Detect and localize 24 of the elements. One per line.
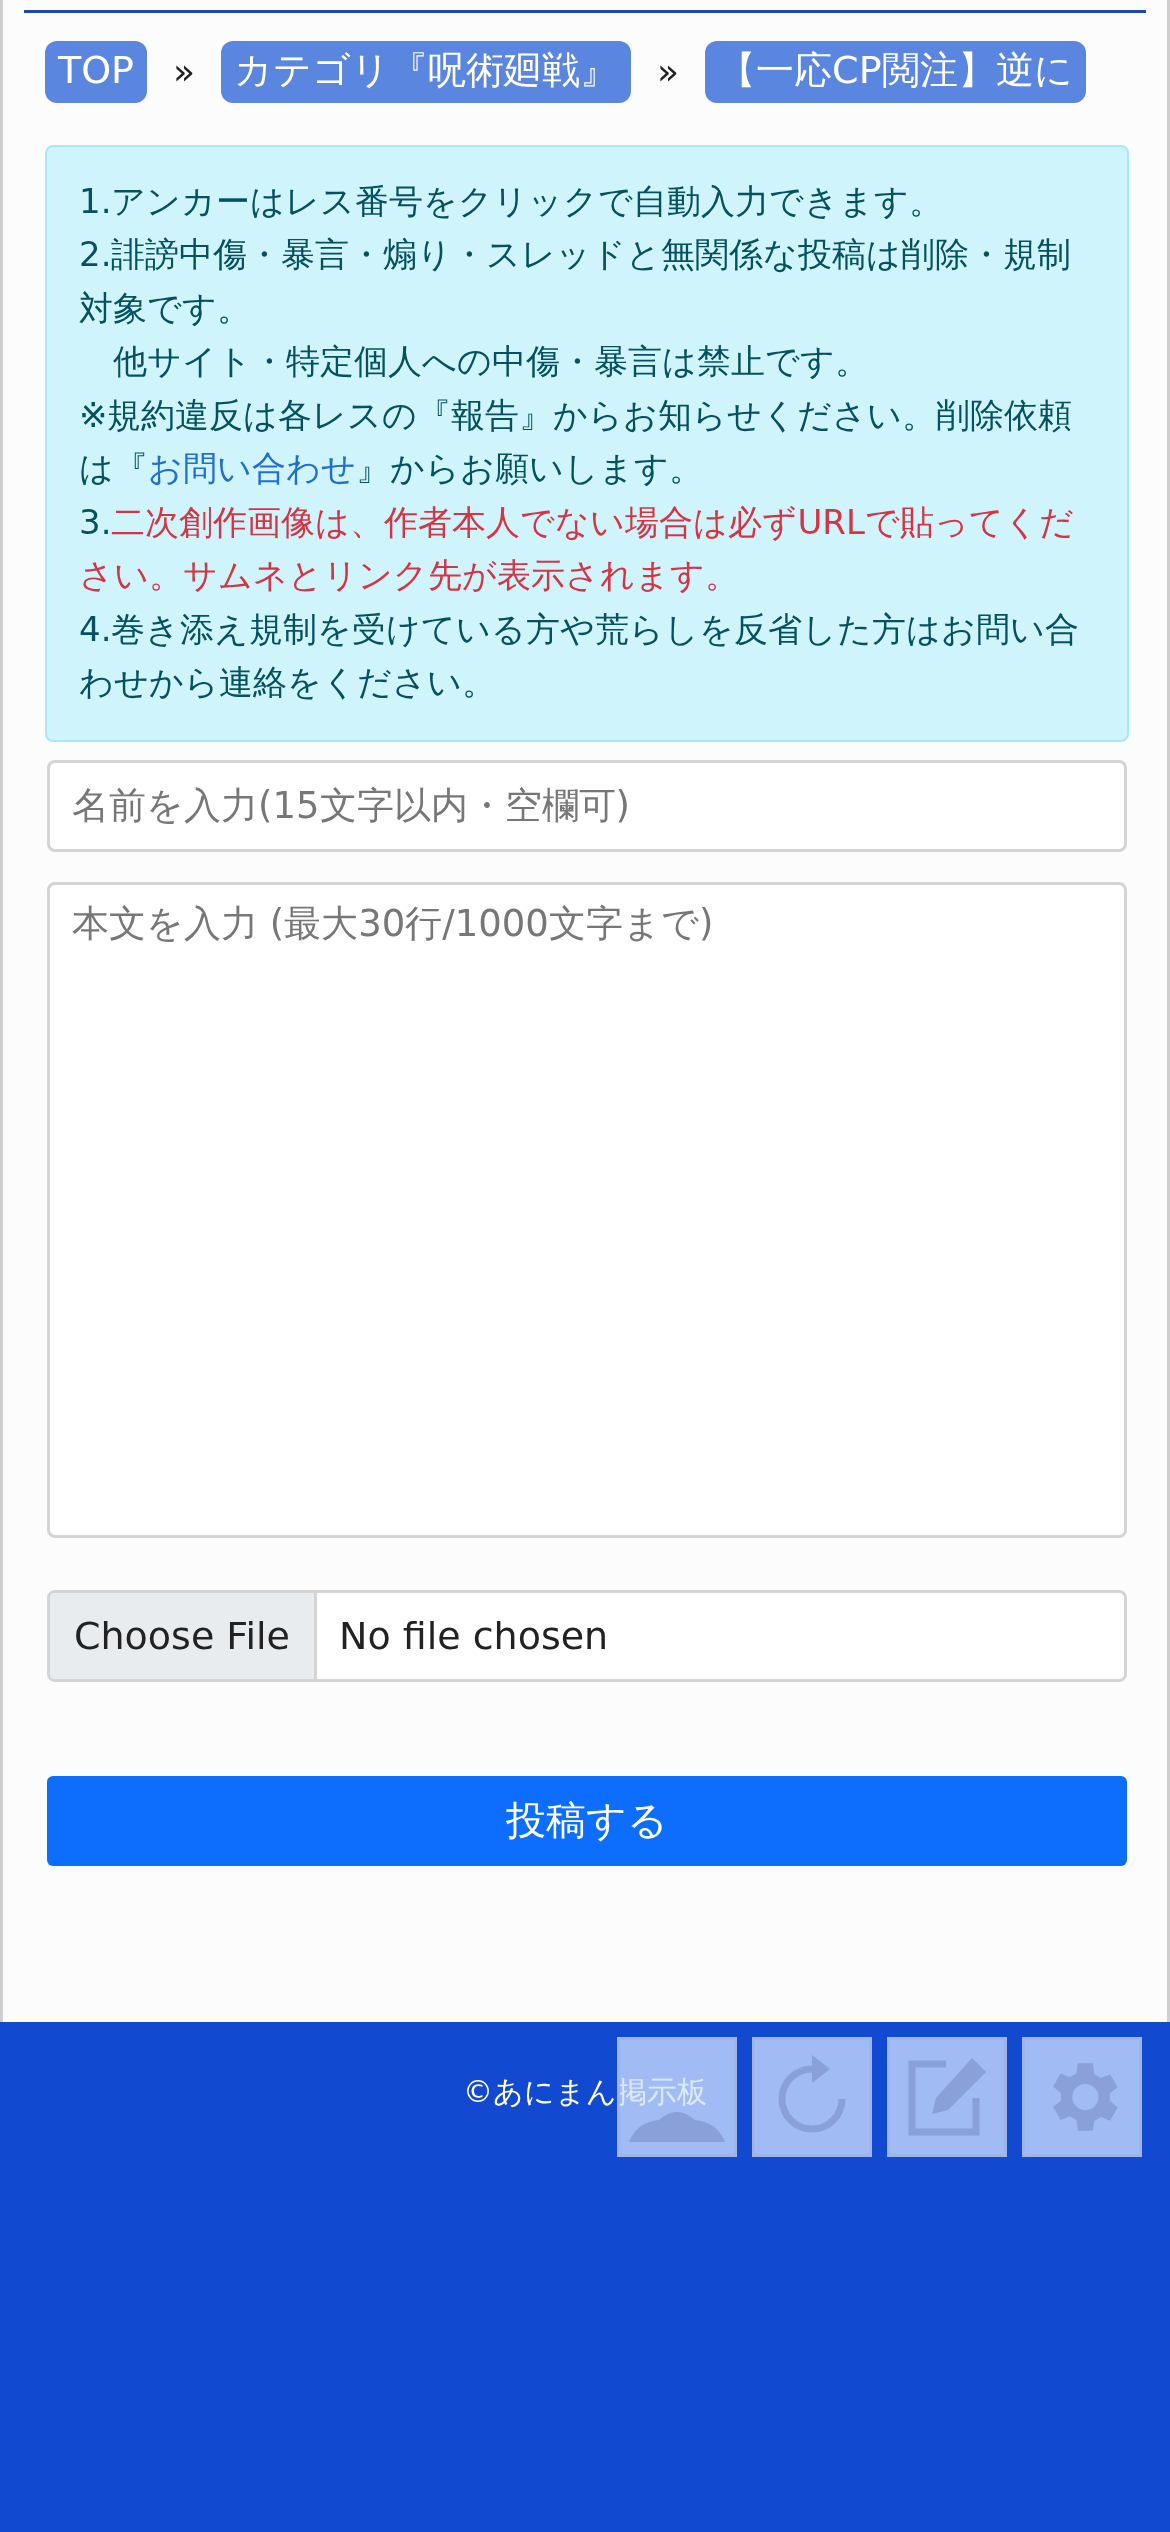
breadcrumb-separator: »	[173, 51, 196, 93]
edit-button[interactable]	[887, 2037, 1007, 2157]
settings-button[interactable]	[1022, 2037, 1142, 2157]
submit-button[interactable]: 投稿する	[47, 1775, 1127, 1866]
name-field[interactable]: 名前を入力(15文字以内・空欄可)	[47, 759, 1127, 852]
notice-text: 他サイト・特定個人への中傷・暴言は禁止です。	[112, 340, 870, 383]
edit-icon	[906, 2056, 988, 2138]
file-status: No file chosen	[337, 1613, 609, 1658]
reload-button[interactable]	[752, 2037, 872, 2157]
choose-file-button[interactable]: Choose File	[50, 1592, 317, 1679]
copyright-text: ©あにまん掲示板	[462, 2073, 708, 2111]
notice-text: 2.誹謗中傷・暴言・煽り・スレッドと無関係な投稿は削除・規制対象です。	[79, 233, 1073, 330]
breadcrumb-link[interactable]: 【一応CP閲注】逆に	[705, 41, 1086, 103]
breadcrumb-separator: »	[657, 51, 680, 93]
scroll-button[interactable]	[617, 2037, 737, 2157]
breadcrumb-link[interactable]: カテゴリ『呪術廻戦』	[221, 41, 632, 103]
notice-text: 1.アンカーはレス番号をクリックで自動入力できます。	[79, 179, 945, 223]
notice-text: 3.二次創作画像は、作者本人でない場合は必ずURLで貼ってください。サムネとリンク先が表示されます。	[79, 500, 1075, 597]
file-field[interactable]: Choose File No file chosen	[47, 1589, 1127, 1682]
breadcrumb-link[interactable]: TOP	[45, 41, 148, 103]
notice-text: ※規約違反は各レスの『報告』からお知らせください。削除依頼は『お問い合わせ』からお願いします。	[79, 393, 1074, 490]
contact-link[interactable]: お問い合わせ	[148, 448, 356, 488]
notice-text: 4.巻き添え規制を受けている方や荒らしを反省した方はお問い合わせから連絡をください。	[79, 607, 1081, 704]
body-field[interactable]: 本文を入力 (最大30行/1000文字まで)	[47, 881, 1127, 1538]
